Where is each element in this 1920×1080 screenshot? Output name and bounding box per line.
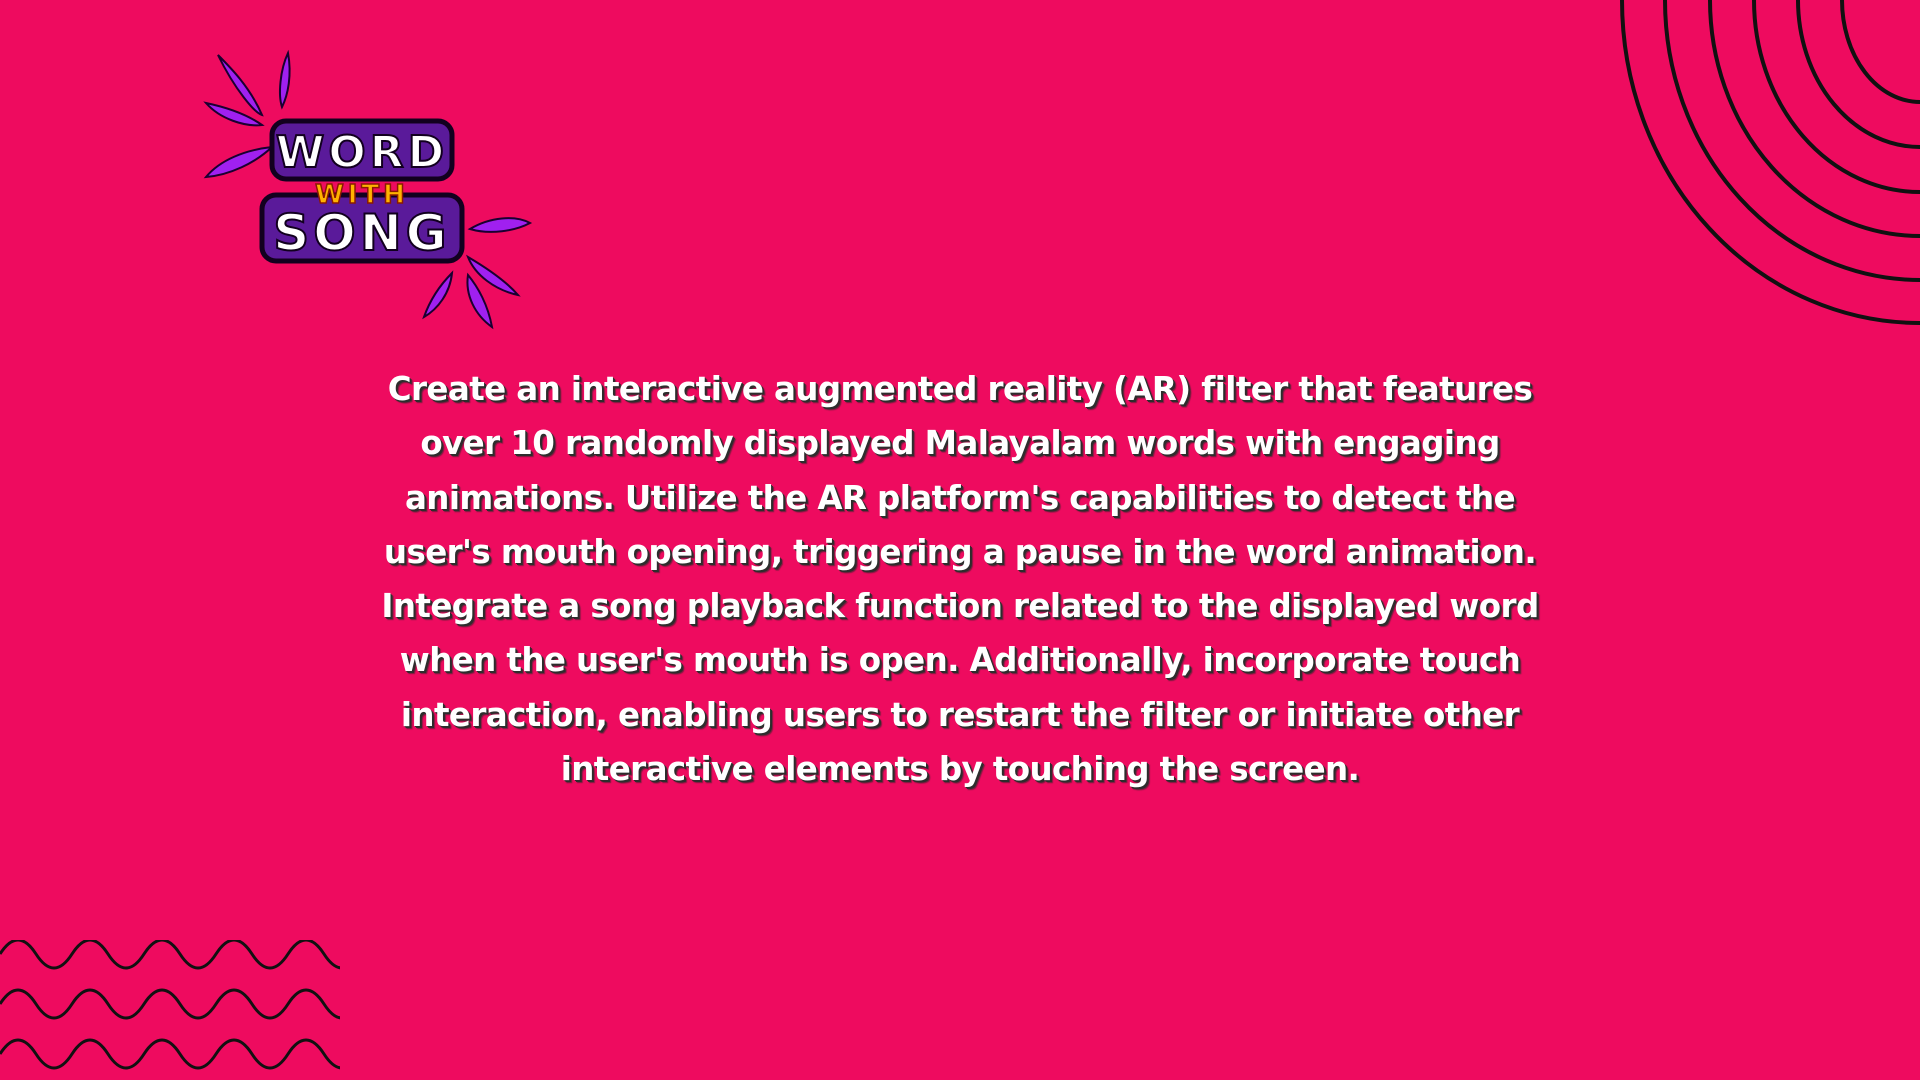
logo-word-text: WORD (276, 127, 448, 178)
slide: WORD WITH SONG Create an interactive aug… (0, 0, 1920, 1080)
word-with-song-logo: WORD WITH SONG (203, 49, 533, 330)
description-text: Create an interactive augmented reality … (381, 370, 1539, 789)
wavy-lines-decoration (0, 940, 340, 1070)
concentric-arcs-decoration (1620, 0, 1920, 325)
logo-song-text: SONG (273, 204, 450, 262)
